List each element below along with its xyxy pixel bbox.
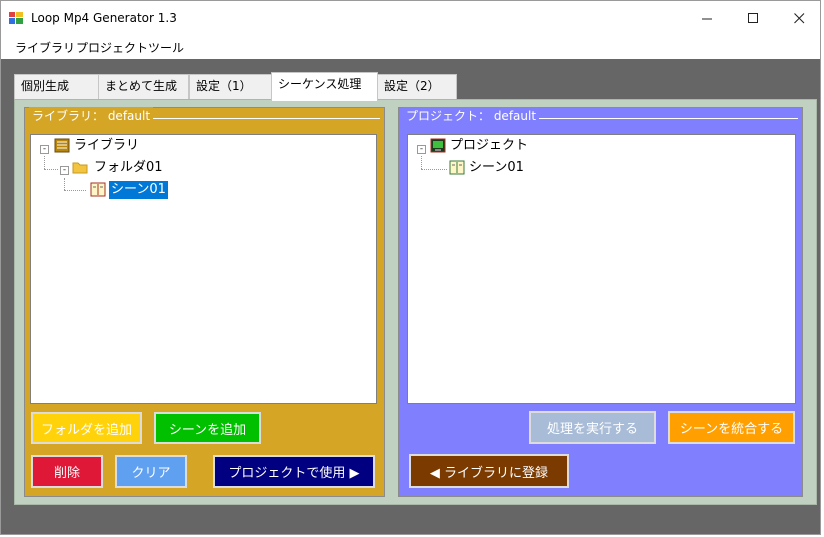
merge-scenes-button[interactable]: シーンを統合する bbox=[668, 411, 795, 444]
tree-connector bbox=[64, 190, 86, 191]
menu-bar: ライブラリ プロジェクト ツール bbox=[1, 35, 820, 59]
library-tree[interactable]: - ライブラリ - フォルダ01 シーン01 bbox=[30, 134, 377, 404]
menu-project[interactable]: プロジェクト bbox=[76, 39, 148, 56]
delete-button[interactable]: 削除 bbox=[31, 455, 103, 488]
tab-sequence[interactable]: シーケンス処理 bbox=[271, 72, 378, 101]
project-icon bbox=[430, 138, 446, 153]
app-icon bbox=[9, 12, 23, 24]
library-folder-expander[interactable]: - bbox=[60, 166, 69, 175]
maximize-button[interactable] bbox=[730, 1, 776, 35]
tab-settings-1[interactable]: 設定（1） bbox=[189, 74, 272, 99]
title-bar: Loop Mp4 Generator 1.3 bbox=[1, 1, 820, 35]
tab-strip: 個別生成 まとめて生成 設定（1） シーケンス処理 設定（2） bbox=[1, 59, 820, 101]
library-root-node[interactable]: ライブラリ bbox=[74, 137, 139, 155]
tree-connector bbox=[44, 169, 58, 170]
library-scene-node[interactable]: シーン01 bbox=[109, 181, 168, 199]
app-window: Loop Mp4 Generator 1.3 ライブラリ プロジェクト ツール … bbox=[0, 0, 821, 535]
minimize-icon bbox=[701, 18, 712, 19]
tree-connector bbox=[421, 169, 447, 170]
tab-batch[interactable]: まとめて生成 bbox=[98, 74, 189, 99]
scene-book-icon bbox=[90, 182, 106, 197]
close-button[interactable] bbox=[776, 1, 820, 35]
menu-library[interactable]: ライブラリ bbox=[15, 39, 75, 56]
execute-button[interactable]: 処理を実行する bbox=[529, 411, 656, 444]
maximize-icon bbox=[747, 12, 758, 23]
sequence-tab-page: ライブラリ： default - ライブラリ - フォルダ01 シーン01 フォ… bbox=[14, 99, 817, 505]
library-root-expander[interactable]: - bbox=[40, 145, 49, 154]
add-scene-button[interactable]: シーンを追加 bbox=[154, 412, 261, 444]
menu-tools[interactable]: ツール bbox=[148, 39, 184, 56]
library-book-icon bbox=[54, 138, 70, 153]
project-legend: プロジェクト： default bbox=[403, 107, 540, 124]
folder-icon bbox=[72, 162, 88, 174]
tree-connector bbox=[421, 156, 422, 169]
project-root-node[interactable]: プロジェクト bbox=[450, 137, 528, 155]
tab-individual[interactable]: 個別生成 bbox=[14, 74, 100, 99]
close-icon bbox=[793, 12, 804, 23]
project-panel: プロジェクト： default - プロジェクト シーン01 処理を実行する シ… bbox=[398, 107, 803, 497]
library-legend: ライブラリ： default bbox=[29, 107, 154, 124]
project-scene-node[interactable]: シーン01 bbox=[469, 159, 524, 177]
minimize-button[interactable] bbox=[684, 1, 730, 35]
tree-connector bbox=[64, 178, 65, 190]
tree-connector bbox=[44, 156, 45, 169]
project-tree[interactable]: - プロジェクト シーン01 bbox=[407, 134, 796, 404]
use-in-project-button[interactable]: プロジェクトで使用 ▶ bbox=[213, 455, 375, 488]
scene-book-icon bbox=[449, 160, 465, 175]
project-root-expander[interactable]: - bbox=[417, 145, 426, 154]
window-title: Loop Mp4 Generator 1.3 bbox=[31, 11, 177, 25]
clear-button[interactable]: クリア bbox=[115, 455, 187, 488]
add-folder-button[interactable]: フォルダを追加 bbox=[31, 412, 142, 444]
register-library-button[interactable]: ◀ ライブラリに登録 bbox=[409, 454, 569, 488]
tab-settings-2[interactable]: 設定（2） bbox=[377, 74, 457, 99]
library-folder-node[interactable]: フォルダ01 bbox=[94, 159, 163, 177]
library-panel: ライブラリ： default - ライブラリ - フォルダ01 シーン01 フォ… bbox=[24, 107, 385, 497]
